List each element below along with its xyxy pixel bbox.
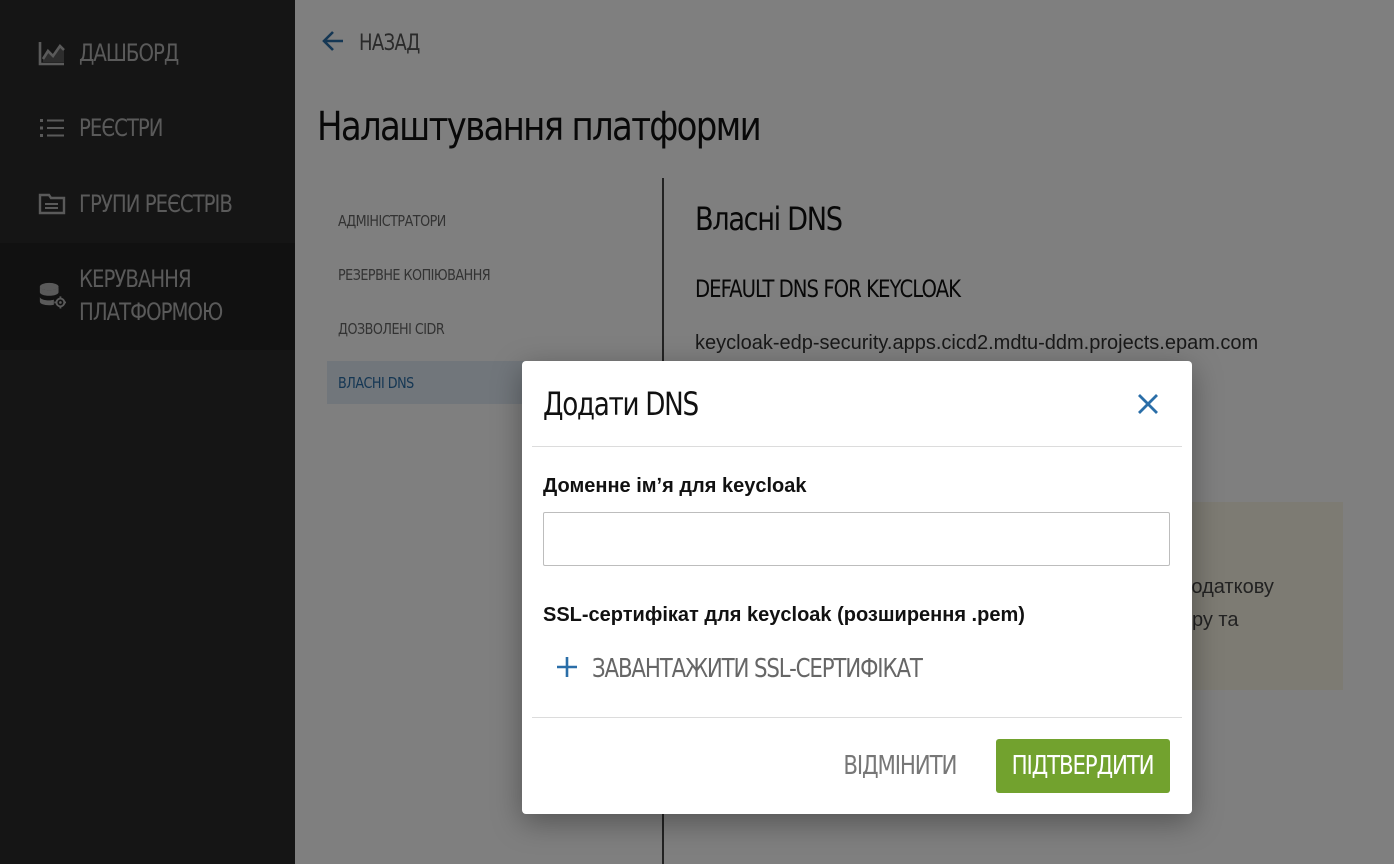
confirm-button[interactable]: ПІДТВЕРДИТИ: [996, 739, 1170, 793]
close-icon: [1137, 393, 1159, 420]
domain-name-input[interactable]: [543, 512, 1170, 566]
cancel-button[interactable]: ВІДМІНИТИ: [830, 739, 970, 793]
domain-field-label: Доменне імʼя для keycloak: [543, 475, 807, 497]
confirm-label: ПІДТВЕРДИТИ: [1012, 751, 1155, 781]
plus-icon: [556, 656, 578, 683]
dialog-footer-divider: [532, 717, 1182, 718]
upload-ssl-label: ЗАВАНТАЖИТИ SSL-СЕРТИФІКАТ: [592, 654, 923, 684]
close-button[interactable]: [1133, 391, 1163, 421]
cancel-label: ВІДМІНИТИ: [843, 751, 958, 781]
add-dns-dialog: Додати DNS Доменне імʼя для keycloak SSL…: [522, 361, 1192, 814]
dialog-title: Додати DNS: [543, 385, 699, 423]
dialog-header-divider: [532, 446, 1182, 447]
upload-ssl-button[interactable]: ЗАВАНТАЖИТИ SSL-СЕРТИФІКАТ: [556, 649, 994, 689]
ssl-field-label: SSL-сертифікат для keycloak (розширення …: [543, 604, 1025, 626]
